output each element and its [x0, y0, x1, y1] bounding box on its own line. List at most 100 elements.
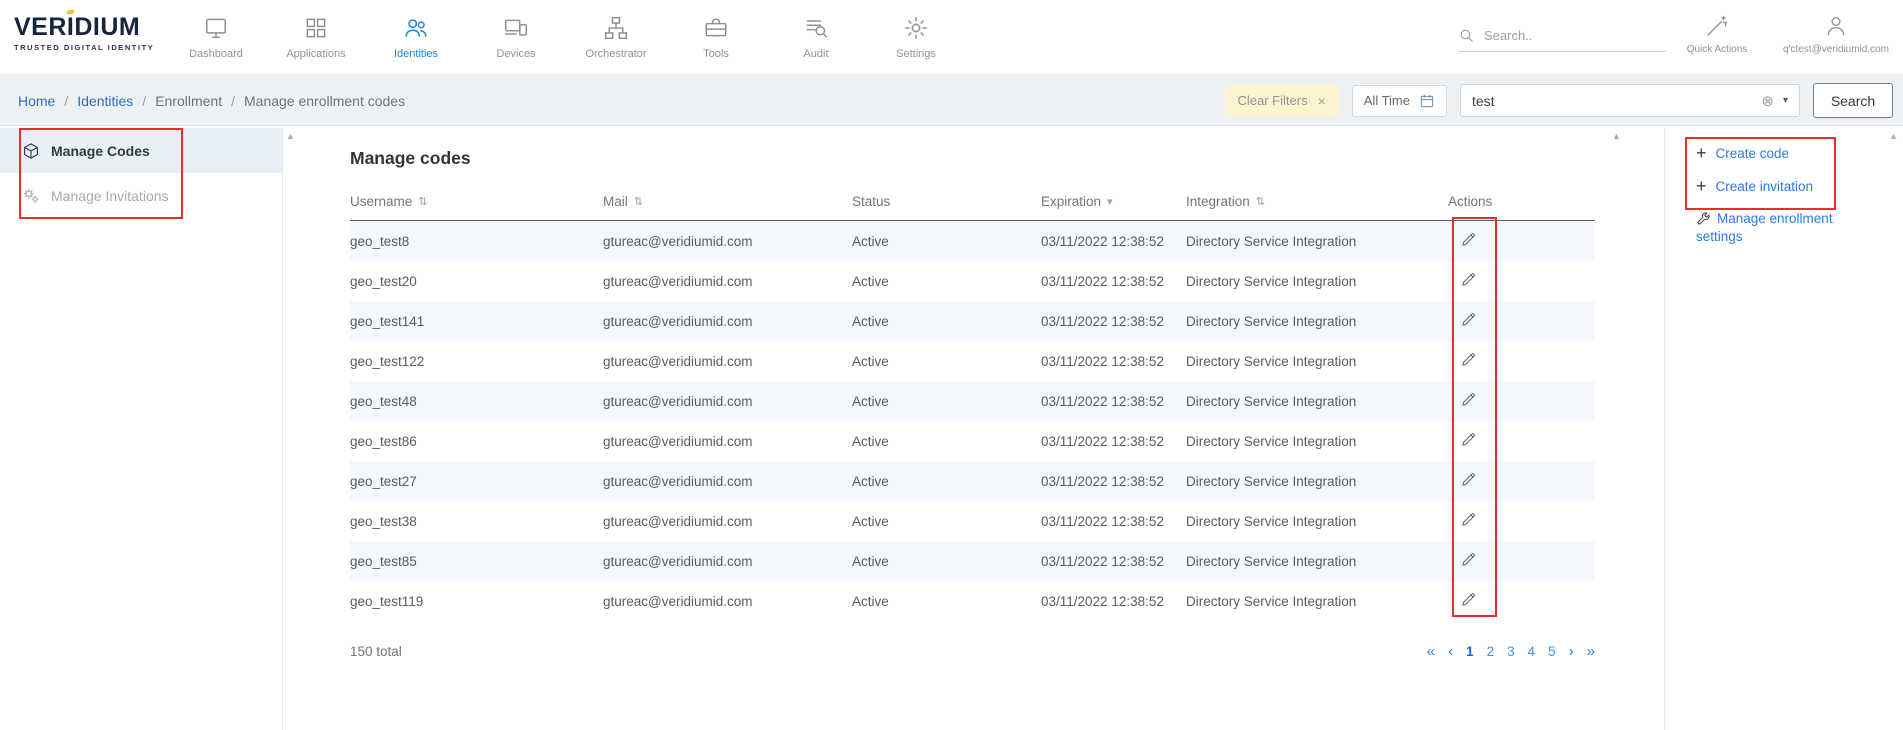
previous-page-button[interactable]: ‹: [1448, 644, 1453, 659]
page-number[interactable]: 3: [1507, 644, 1515, 659]
nav-label: Applications: [286, 48, 345, 60]
nav-item-orchestrator[interactable]: Orchestrator: [566, 0, 666, 75]
table-body: geo_test8 gtureac@veridiumid.com Active …: [350, 221, 1595, 621]
last-page-button[interactable]: »: [1587, 644, 1595, 659]
table-row: geo_test8 gtureac@veridiumid.com Active …: [350, 221, 1595, 261]
cell-mail: gtureac@veridiumid.com: [603, 474, 852, 489]
page-number[interactable]: 5: [1548, 644, 1556, 659]
cell-actions: [1448, 351, 1595, 371]
nav-label: Orchestrator: [585, 48, 646, 60]
logo-name: VERIDIUM: [14, 15, 154, 40]
cell-expiration: 03/11/2022 12:38:52: [1041, 394, 1186, 409]
create-invitation-button[interactable]: + Create invitation: [1696, 174, 1887, 198]
cell-integration: Directory Service Integration: [1186, 514, 1448, 529]
edit-pencil-icon[interactable]: [1460, 391, 1477, 408]
cell-expiration: 03/11/2022 12:38:52: [1041, 474, 1186, 489]
chevron-down-icon[interactable]: ▾: [1783, 95, 1788, 106]
clear-search-icon[interactable]: ⊗: [1761, 92, 1774, 110]
edit-pencil-icon[interactable]: [1460, 231, 1477, 248]
clear-filters-button[interactable]: Clear Filters ×: [1225, 85, 1339, 117]
account-menu[interactable]: q'ctest@veridiumid.com: [1770, 14, 1902, 55]
nav-item-tools[interactable]: Tools: [666, 0, 766, 75]
tools-icon: [703, 15, 729, 41]
scrollbar-up-arrow[interactable]: ▲: [1612, 132, 1621, 141]
cell-integration: Directory Service Integration: [1186, 394, 1448, 409]
cell-actions: [1448, 591, 1595, 611]
cell-actions: [1448, 271, 1595, 291]
time-range-label: All Time: [1364, 93, 1410, 108]
cell-actions: [1448, 551, 1595, 571]
column-header-expiration[interactable]: Expiration ▾: [1041, 194, 1186, 209]
cell-mail: gtureac@veridiumid.com: [603, 354, 852, 369]
cell-actions: [1448, 311, 1595, 331]
global-search-input[interactable]: [1484, 28, 1666, 43]
sidebar-item-manage-codes[interactable]: Manage Codes: [0, 128, 282, 173]
edit-pencil-icon[interactable]: [1460, 351, 1477, 368]
nav-item-applications[interactable]: Applications: [266, 0, 366, 75]
cell-actions: [1448, 471, 1595, 491]
breadcrumb-separator: /: [64, 93, 68, 109]
cell-expiration: 03/11/2022 12:38:52: [1041, 354, 1186, 369]
nav-label: Tools: [703, 48, 729, 60]
edit-pencil-icon[interactable]: [1460, 471, 1477, 488]
search-button[interactable]: Search: [1813, 83, 1893, 118]
cell-integration: Directory Service Integration: [1186, 554, 1448, 569]
next-page-button[interactable]: ›: [1569, 644, 1574, 659]
time-range-button[interactable]: All Time: [1352, 85, 1447, 117]
veridium-logo[interactable]: VERIDIUM TRUSTED DIGITAL IDENTITY: [14, 15, 154, 52]
cell-status: Active: [852, 554, 1041, 569]
breadcrumb-current-page: Manage enrollment codes: [244, 93, 405, 109]
cell-expiration: 03/11/2022 12:38:52: [1041, 594, 1186, 609]
column-header-integration[interactable]: Integration ⇅: [1186, 194, 1448, 209]
table-search-input[interactable]: [1472, 93, 1752, 109]
sort-desc-icon: ▾: [1107, 195, 1113, 208]
page-title: Manage codes: [350, 148, 1595, 169]
cell-mail: gtureac@veridiumid.com: [603, 514, 852, 529]
devices-icon: [503, 15, 529, 41]
edit-pencil-icon[interactable]: [1460, 311, 1477, 328]
nav-item-audit[interactable]: Audit: [766, 0, 866, 75]
cell-status: Active: [852, 314, 1041, 329]
cell-username: geo_test27: [350, 474, 603, 489]
create-code-button[interactable]: + Create code: [1696, 141, 1887, 165]
breadcrumb-separator: /: [231, 93, 235, 109]
cell-integration: Directory Service Integration: [1186, 594, 1448, 609]
search-icon: [1458, 27, 1475, 44]
page-number[interactable]: 2: [1487, 644, 1495, 659]
manage-enrollment-settings-link[interactable]: Manage enrollment settings: [1696, 210, 1854, 246]
edit-pencil-icon[interactable]: [1460, 591, 1477, 608]
table-row: geo_test141 gtureac@veridiumid.com Activ…: [350, 301, 1595, 341]
cell-username: geo_test141: [350, 314, 603, 329]
sidebar-item-manage-invitations[interactable]: Manage Invitations: [0, 173, 282, 218]
table-search-box: ⊗ ▾: [1460, 84, 1800, 117]
nav-item-settings[interactable]: Settings: [866, 0, 966, 75]
cell-mail: gtureac@veridiumid.com: [603, 554, 852, 569]
column-header-mail[interactable]: Mail ⇅: [603, 194, 852, 209]
scrollbar-up-arrow[interactable]: ▲: [286, 132, 295, 141]
edit-pencil-icon[interactable]: [1460, 431, 1477, 448]
cell-mail: gtureac@veridiumid.com: [603, 274, 852, 289]
nav-item-dashboard[interactable]: Dashboard: [166, 0, 266, 75]
quick-actions-button[interactable]: Quick Actions: [1682, 14, 1752, 55]
first-page-button[interactable]: «: [1427, 644, 1435, 659]
page-number[interactable]: 1: [1466, 644, 1474, 659]
create-code-label: Create code: [1716, 146, 1790, 161]
right-panel: + Create code + Create invitation Manage…: [1664, 127, 1887, 730]
cell-status: Active: [852, 234, 1041, 249]
edit-pencil-icon[interactable]: [1460, 551, 1477, 568]
edit-pencil-icon[interactable]: [1460, 511, 1477, 528]
breadcrumb: Home / Identities / Enrollment / Manage …: [18, 75, 405, 126]
breadcrumb-identities[interactable]: Identities: [77, 93, 133, 109]
breadcrumb-home[interactable]: Home: [18, 93, 55, 109]
nav-item-devices[interactable]: Devices: [466, 0, 566, 75]
cell-username: geo_test8: [350, 234, 603, 249]
cell-integration: Directory Service Integration: [1186, 474, 1448, 489]
edit-pencil-icon[interactable]: [1460, 271, 1477, 288]
breadcrumb-bar: Home / Identities / Enrollment / Manage …: [0, 75, 1903, 126]
cell-integration: Directory Service Integration: [1186, 314, 1448, 329]
magic-wand-icon: [1705, 14, 1729, 38]
scrollbar-up-arrow[interactable]: ▲: [1889, 132, 1898, 141]
page-number[interactable]: 4: [1528, 644, 1536, 659]
nav-item-identities[interactable]: Identities: [366, 0, 466, 75]
column-header-username[interactable]: Username ⇅: [350, 194, 603, 209]
